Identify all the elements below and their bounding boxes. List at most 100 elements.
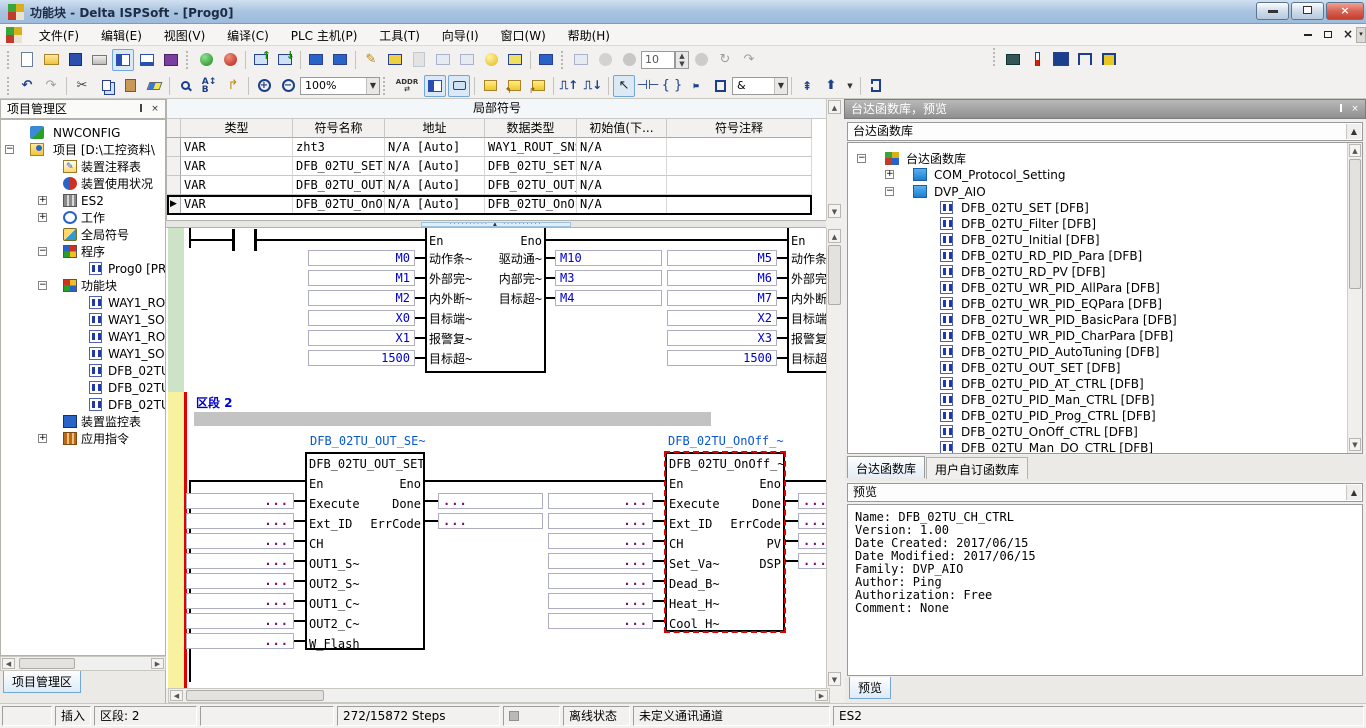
cell-comment[interactable] <box>667 176 812 195</box>
operand-box[interactable]: ... <box>548 493 653 509</box>
menu-help[interactable]: 帮助(H) <box>559 24 619 46</box>
operand-box[interactable]: M3 <box>555 270 662 286</box>
network-below-icon[interactable]: ⎍↓ <box>582 75 604 97</box>
collapse-icon[interactable]: − <box>857 154 866 163</box>
cell-datatype[interactable]: WAY1_ROUT_SNS1 <box>485 138 577 157</box>
function-block-instance-selected[interactable]: DFB_02TU_OnOff_~ En Eno Execute Ext_ID C… <box>665 452 785 632</box>
operand-box[interactable]: ... <box>548 593 653 609</box>
child-close-icon[interactable]: × <box>1340 27 1356 43</box>
pin-icon[interactable] <box>1335 104 1347 116</box>
scroll-up-icon[interactable]: ▲ <box>828 100 841 114</box>
menu-file[interactable]: 文件(F) <box>30 24 88 46</box>
close-button[interactable]: × <box>1326 2 1364 20</box>
cell-name[interactable]: DFB_02TU_OnOff_ <box>293 195 385 214</box>
fb-instance-name[interactable]: DFB_02TU_OUT_SE~ <box>310 434 426 448</box>
dropdown-arrow-icon[interactable]: ▼ <box>366 78 379 94</box>
scroll-up-icon[interactable]: ▲ <box>828 229 841 243</box>
menu-view[interactable]: 视图(V) <box>155 24 215 46</box>
panel-close-icon[interactable]: × <box>149 104 161 116</box>
operand-box[interactable]: ... <box>798 513 826 529</box>
project-window-toggle-icon[interactable] <box>112 49 134 71</box>
eraser-icon[interactable] <box>143 75 165 97</box>
expand-icon[interactable]: + <box>38 434 47 443</box>
operand-box[interactable]: M4 <box>555 290 662 306</box>
save-icon[interactable] <box>64 49 86 71</box>
scroll-thumb[interactable] <box>1349 159 1361 289</box>
col-header-type[interactable]: 类型 <box>181 119 293 138</box>
undo-icon[interactable]: ↶ <box>16 75 38 97</box>
panel-close-icon[interactable]: × <box>1349 104 1361 116</box>
operand-box[interactable]: 1500 <box>308 350 415 366</box>
operand-box[interactable]: ... <box>548 533 653 549</box>
expand-icon[interactable]: + <box>885 170 894 179</box>
cell-comment[interactable] <box>667 195 812 214</box>
collapse-icon[interactable]: − <box>5 145 14 154</box>
coil-tool-icon[interactable]: { } <box>661 75 683 97</box>
selected-row-marker[interactable]: ▶ <box>167 195 181 214</box>
cut-icon[interactable]: ✂ <box>71 75 93 97</box>
operand-box[interactable]: ... <box>798 493 826 509</box>
download-plc-icon[interactable]: ↓ <box>274 49 296 71</box>
child-minimize-icon[interactable] <box>1300 27 1316 43</box>
scroll-left-icon[interactable]: ◀ <box>2 658 15 669</box>
cell-address[interactable]: N/A [Auto] <box>385 176 485 195</box>
operand-box[interactable]: 1500 <box>667 350 777 366</box>
col-header-name[interactable]: 符号名称 <box>293 119 385 138</box>
cell-comment[interactable] <box>667 138 812 157</box>
row-marker[interactable] <box>167 138 181 157</box>
menu-plc[interactable]: PLC 主机(P) <box>282 24 367 46</box>
cell-name[interactable]: DFB_02TU_OUT_SE <box>293 176 385 195</box>
scroll-right-icon[interactable]: ▶ <box>151 658 164 669</box>
output-window-toggle-icon[interactable] <box>136 49 158 71</box>
collapse-arrow-icon[interactable]: ▲ <box>1346 485 1361 500</box>
zoom-level-select[interactable]: 100%▼ <box>300 77 380 95</box>
open-file-icon[interactable] <box>40 49 62 71</box>
gate-select[interactable]: &▼ <box>732 77 788 95</box>
ladder-editor[interactable]: En Eno 动作条~ 外部完~ 内外断~ 目标端~ 报警复~ 目标超~ 驱动通… <box>166 228 826 688</box>
device-monitor-icon[interactable] <box>329 49 351 71</box>
bookmark-next-icon[interactable]: ↱ <box>527 75 549 97</box>
print-icon[interactable] <box>88 49 110 71</box>
bookmark-prev-icon[interactable]: ↰ <box>503 75 525 97</box>
cell-type[interactable]: VAR <box>181 138 293 157</box>
stop-icon[interactable] <box>219 49 241 71</box>
compare-block-icon[interactable]: ⫢ <box>685 75 707 97</box>
toolbar-grip[interactable] <box>186 51 191 69</box>
scroll-down-icon[interactable]: ▼ <box>828 204 841 218</box>
simulate-count-stepper[interactable]: ▲▼ <box>675 51 689 69</box>
child-restore-icon[interactable] <box>1320 27 1336 43</box>
run-icon[interactable] <box>195 49 217 71</box>
operand-box[interactable]: ... <box>548 573 653 589</box>
thermometer-icon[interactable] <box>1026 48 1048 70</box>
scroll-thumb[interactable] <box>19 658 75 669</box>
scroll-left-icon[interactable]: ◀ <box>170 690 183 701</box>
preview-group-header[interactable]: 预览 ▲ <box>847 483 1363 502</box>
operand-box[interactable]: ... <box>548 553 653 569</box>
wizard-monitor-icon[interactable] <box>1050 48 1072 70</box>
function-block-instance[interactable]: En Eno 动作条~ 外部完~ 内外断~ 目标端~ 报警复~ 目标超~ 驱动通… <box>425 228 546 373</box>
lamp-icon[interactable] <box>480 49 502 71</box>
splitter-collapse-icon[interactable]: ·········· ▲ ·········· <box>421 222 571 227</box>
replace-icon[interactable]: A↕B <box>198 75 220 97</box>
cell-initial[interactable]: N/A <box>577 195 667 214</box>
edit-online-icon[interactable] <box>384 49 406 71</box>
operand-box[interactable]: X0 <box>308 310 415 326</box>
library-group-header[interactable]: 台达函数库 ▲ <box>847 122 1363 141</box>
dropdown-arrow-icon[interactable]: ▼ <box>774 78 787 94</box>
operand-box[interactable]: M0 <box>308 250 415 266</box>
scroll-up-icon[interactable]: ▲ <box>1349 144 1361 157</box>
tab-preview[interactable]: 预览 <box>849 677 891 699</box>
symbol-table-vscrollbar[interactable]: ▲ ▼ <box>826 99 842 220</box>
collapse-arrow-icon[interactable]: ▲ <box>1346 124 1361 139</box>
collapse-icon[interactable]: − <box>885 187 894 196</box>
function-block-instance[interactable]: DFB_02TU_OUT_SET En Eno Execute Ext_ID C… <box>305 452 425 650</box>
expand-icon[interactable]: + <box>38 213 47 222</box>
menu-compile[interactable]: 编译(C) <box>218 24 278 46</box>
operand-box[interactable]: ... <box>186 533 294 549</box>
pin-icon[interactable] <box>135 104 147 116</box>
table-ladder-splitter[interactable]: ·········· ▲ ·········· <box>166 220 826 228</box>
paste-icon[interactable] <box>119 75 141 97</box>
network-icon[interactable] <box>535 49 557 71</box>
cell-initial[interactable]: N/A <box>577 157 667 176</box>
edit-pen-icon[interactable]: ✎ <box>360 49 382 71</box>
